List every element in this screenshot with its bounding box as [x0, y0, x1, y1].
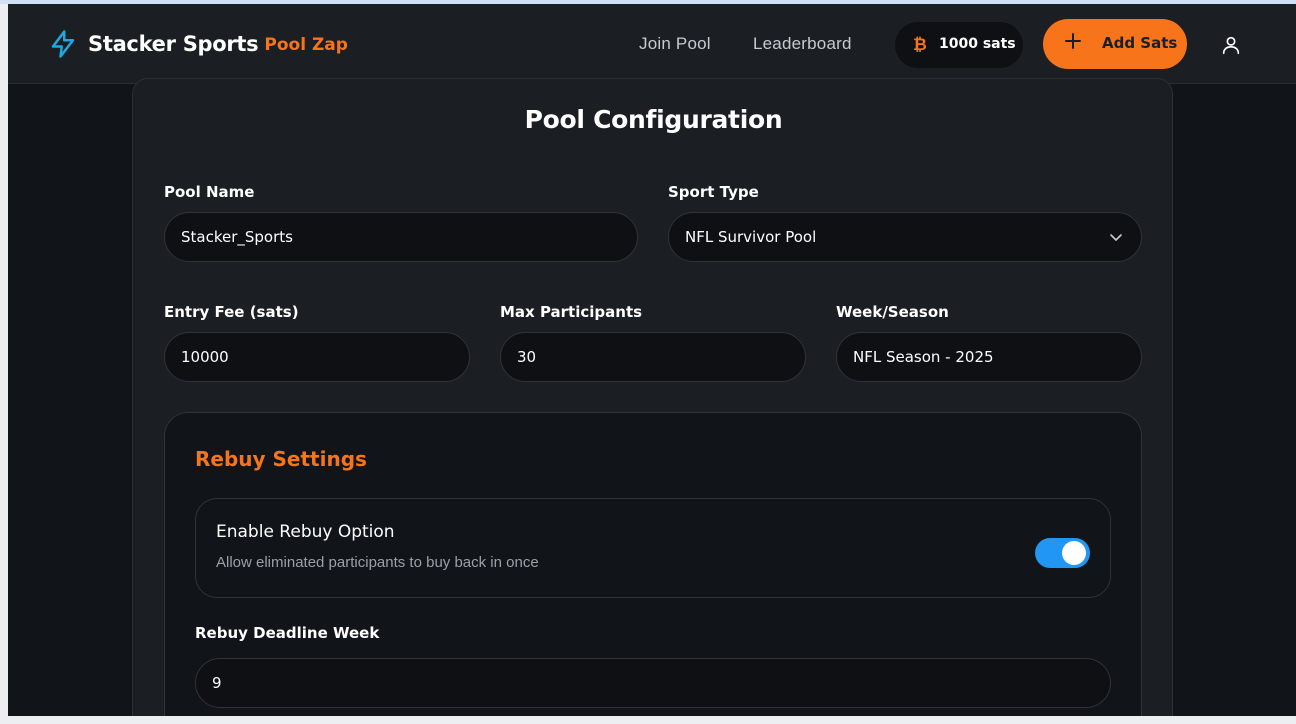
- max-participants-value: 30: [517, 348, 537, 366]
- add-sats-button[interactable]: Add Sats: [1043, 19, 1187, 69]
- top-header: Stacker Sports Pool Zap Join Pool Leader…: [8, 4, 1296, 84]
- plus-icon: [1065, 33, 1081, 49]
- pool-configuration-card: Pool Configuration Pool Name Stacker_Spo…: [132, 78, 1173, 716]
- sats-balance-text: 1000 sats: [939, 36, 1016, 52]
- user-profile-icon[interactable]: [1220, 34, 1242, 56]
- rebuy-settings-panel: Rebuy Settings Enable Rebuy Option Allow…: [164, 412, 1142, 716]
- enable-rebuy-description: Allow eliminated participants to buy bac…: [216, 554, 539, 571]
- sport-type-label: Sport Type: [668, 183, 759, 201]
- nav-join-pool[interactable]: Join Pool: [639, 32, 711, 56]
- pool-name-value: Stacker_Sports: [181, 228, 293, 246]
- sats-balance-badge: ₿ 1000 sats: [895, 22, 1023, 68]
- max-participants-label: Max Participants: [500, 303, 643, 321]
- sport-type-value: NFL Survivor Pool: [685, 228, 817, 246]
- nav-leaderboard[interactable]: Leaderboard: [753, 32, 852, 56]
- app-window: Stacker Sports Pool Zap Join Pool Leader…: [8, 4, 1296, 716]
- pool-name-label: Pool Name: [164, 183, 255, 201]
- entry-fee-input[interactable]: 10000: [164, 332, 470, 382]
- week-season-label: Week/Season: [836, 303, 949, 321]
- brand-subtitle: Pool Zap: [264, 35, 348, 55]
- enable-rebuy-option: Enable Rebuy Option Allow eliminated par…: [195, 498, 1111, 598]
- lightning-bolt-icon: [51, 30, 75, 58]
- brand-logo[interactable]: Stacker Sports Pool Zap: [48, 28, 348, 60]
- rebuy-deadline-input[interactable]: 9: [195, 658, 1111, 708]
- max-participants-input[interactable]: 30: [500, 332, 806, 382]
- toggle-knob: [1062, 541, 1086, 565]
- chevron-down-icon: [1110, 234, 1122, 241]
- bitcoin-icon: ₿: [913, 35, 927, 55]
- brand-name: Stacker Sports: [88, 32, 259, 56]
- entry-fee-value: 10000: [181, 348, 229, 366]
- pool-name-input[interactable]: Stacker_Sports: [164, 212, 638, 262]
- week-season-input[interactable]: NFL Season - 2025: [836, 332, 1142, 382]
- enable-rebuy-title: Enable Rebuy Option: [216, 522, 395, 542]
- week-season-value: NFL Season - 2025: [853, 348, 994, 366]
- window-left-border: [0, 4, 8, 724]
- rebuy-deadline-label: Rebuy Deadline Week: [195, 624, 380, 642]
- entry-fee-label: Entry Fee (sats): [164, 303, 299, 321]
- sport-type-select[interactable]: NFL Survivor Pool: [668, 212, 1142, 262]
- window-bottom-border: [0, 716, 1296, 724]
- page-title: Pool Configuration: [524, 105, 783, 134]
- rebuy-settings-title: Rebuy Settings: [195, 447, 367, 471]
- add-sats-label: Add Sats: [1102, 34, 1178, 52]
- enable-rebuy-toggle[interactable]: [1035, 538, 1090, 568]
- rebuy-deadline-value: 9: [212, 674, 222, 692]
